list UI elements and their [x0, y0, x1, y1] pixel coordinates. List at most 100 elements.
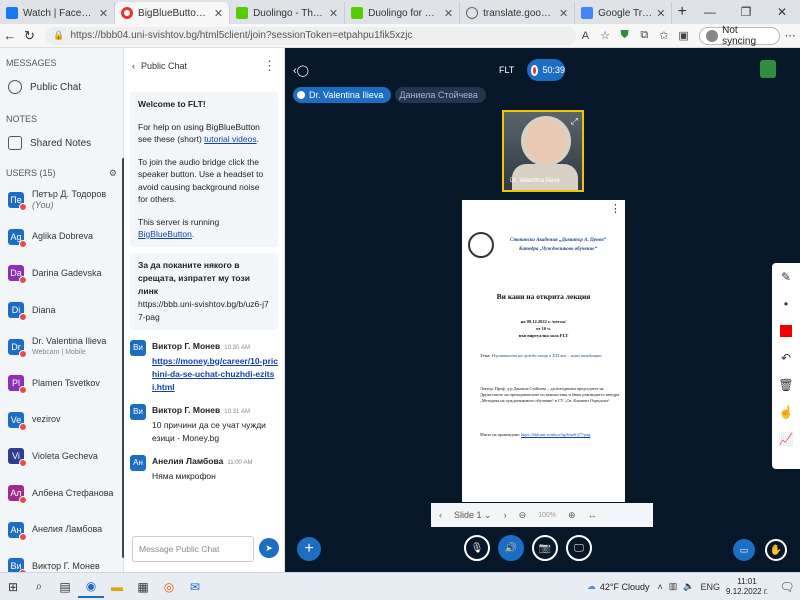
- zoom-level: 100%: [538, 511, 557, 519]
- new-tab-button[interactable]: +: [672, 2, 692, 24]
- read-aloud-icon[interactable]: A: [576, 30, 596, 42]
- fit-width-icon[interactable]: ↔: [588, 510, 597, 520]
- undo-icon[interactable]: ↶: [772, 344, 800, 371]
- lock-icon[interactable]: 🔒: [53, 30, 64, 41]
- maximize-button[interactable]: ❐: [728, 5, 764, 19]
- firefox-icon[interactable]: ◎: [156, 576, 182, 598]
- color-picker[interactable]: [772, 317, 800, 344]
- audio-button[interactable]: 🔊: [498, 535, 524, 561]
- bigbluebutton-link[interactable]: BigBlueButton: [138, 229, 192, 239]
- multi-user-icon[interactable]: ☝: [772, 398, 800, 425]
- shield-icon[interactable]: ⛊: [615, 29, 635, 42]
- favorite-icon[interactable]: ☆: [595, 29, 615, 42]
- gear-icon[interactable]: ⚙: [109, 168, 117, 182]
- user-list-item[interactable]: Ал Албена Стефанова: [0, 475, 123, 512]
- chevron-up-icon[interactable]: ˄: [658, 582, 663, 592]
- public-chat-item[interactable]: Public Chat: [0, 70, 123, 104]
- meeting-title: FLT: [499, 65, 515, 75]
- zoom-in-icon[interactable]: ⊕: [568, 510, 576, 521]
- user-list-item[interactable]: Pl Plamen Tsvetkov: [0, 365, 123, 402]
- toggle-userlist-icon[interactable]: ‹◯: [293, 64, 309, 77]
- close-icon[interactable]: ✕: [559, 7, 568, 20]
- address-bar-row: ← ↻ 🔒 https://bbb04.uni-svishtov.bg/html…: [0, 24, 800, 48]
- pencil-icon[interactable]: ✎: [772, 263, 800, 290]
- collections-icon[interactable]: ▣: [674, 29, 694, 42]
- browser-tab[interactable]: Google Translate✕: [575, 2, 673, 24]
- slide-options-icon[interactable]: ⋮: [610, 202, 621, 215]
- browser-tab[interactable]: Duolingo - The world's best✕: [230, 2, 346, 24]
- user-list-item[interactable]: Di Diana: [0, 292, 123, 329]
- start-button[interactable]: ⊞: [0, 576, 26, 598]
- tutorial-videos-link[interactable]: tutorial videos: [204, 134, 256, 144]
- mute-microphone-button[interactable]: 🎙: [464, 535, 490, 561]
- connection-status-icon[interactable]: [760, 60, 776, 78]
- hide-chat-icon[interactable]: ‹: [132, 61, 135, 71]
- close-window-button[interactable]: ✕: [764, 5, 800, 19]
- user-name: Aglika Dobreva: [32, 231, 94, 242]
- favorites-bar-icon[interactable]: ✩: [654, 29, 674, 42]
- chat-message-input[interactable]: Message Public Chat: [132, 536, 254, 562]
- network-icon[interactable]: ▥: [669, 581, 678, 592]
- close-icon[interactable]: ✕: [329, 7, 338, 20]
- shared-notes-item[interactable]: Shared Notes: [0, 126, 123, 160]
- muted-mic-icon: [19, 496, 27, 505]
- weather-widget[interactable]: ☁ 42°F Cloudy: [587, 581, 650, 592]
- avatar: Пе: [8, 192, 27, 212]
- url-input[interactable]: 🔒 https://bbb04.uni-svishtov.bg/html5cli…: [45, 26, 576, 45]
- screenshare-button[interactable]: 🖵: [566, 535, 592, 561]
- browser-tab[interactable]: Watch | Facebook✕: [0, 2, 116, 24]
- talker-pill[interactable]: Даниела Стойчева: [395, 87, 486, 103]
- user-list-item[interactable]: Da Darina Gadevska: [0, 255, 123, 292]
- webcam-video[interactable]: ⤢ Dr. Valentina Ilieva: [502, 110, 584, 192]
- sync-button[interactable]: Not syncing: [699, 25, 781, 47]
- minimize-button[interactable]: —: [692, 5, 728, 19]
- store-icon[interactable]: ▦: [130, 576, 156, 598]
- chat-message: Ви Виктор Г. Монев 10:30 AM https://money.b…: [130, 339, 278, 394]
- actions-button[interactable]: +: [297, 537, 321, 561]
- user-list-item[interactable]: Dr Dr. Valentina Ilieva Webcam | Mobile: [0, 328, 123, 365]
- volume-icon[interactable]: 🔈: [683, 581, 694, 592]
- trash-icon[interactable]: 🗑: [772, 371, 800, 398]
- talker-pill[interactable]: Dr. Valentina Ilieva: [293, 87, 392, 103]
- recording-indicator[interactable]: 50:39: [527, 59, 565, 81]
- user-list-item[interactable]: Пе Петър Д. Тодоров (You): [0, 182, 123, 219]
- notifications-icon[interactable]: 🗨: [774, 576, 800, 598]
- extensions-icon[interactable]: ⧉: [634, 29, 654, 42]
- task-view-icon[interactable]: ▤: [52, 576, 78, 598]
- close-icon[interactable]: ✕: [656, 7, 665, 20]
- browser-tab[interactable]: Duolingo for Schools✕: [345, 2, 461, 24]
- chat-message: Ви Виктор Г. Монев 10:31 AM 10 причини да с…: [130, 403, 278, 445]
- back-icon[interactable]: ←: [0, 28, 20, 43]
- presentation-button[interactable]: ▭: [733, 539, 755, 561]
- user-list-item[interactable]: Ан Анелия Ламбова: [0, 511, 123, 548]
- more-icon[interactable]: ⋯: [780, 29, 800, 42]
- zoom-out-icon[interactable]: ⊖: [519, 510, 527, 521]
- user-list-item[interactable]: Ви Виктор Г. Монев: [0, 548, 123, 572]
- chat-options-icon[interactable]: ⋮: [263, 58, 276, 74]
- next-slide-icon[interactable]: ›: [504, 510, 507, 520]
- edge-browser-icon[interactable]: ◉: [78, 576, 104, 598]
- file-explorer-icon[interactable]: ▬: [104, 576, 130, 598]
- mail-icon[interactable]: ✉: [182, 576, 208, 598]
- browser-tab[interactable]: translate.google.com - Search✕: [460, 2, 576, 24]
- close-icon[interactable]: ✕: [99, 7, 108, 20]
- prev-slide-icon[interactable]: ‹: [439, 510, 442, 520]
- raise-hand-button[interactable]: ✋: [765, 539, 787, 561]
- send-button[interactable]: ➤: [259, 538, 279, 558]
- chart-icon[interactable]: 📈: [772, 425, 800, 452]
- close-icon[interactable]: ✕: [214, 7, 223, 20]
- search-icon[interactable]: ⌕: [26, 576, 52, 598]
- user-list-item[interactable]: Ve vezirov: [0, 402, 123, 439]
- slide-selector[interactable]: Slide 1 ⌄: [454, 510, 492, 521]
- reload-icon[interactable]: ↻: [20, 28, 40, 44]
- user-list-item[interactable]: Ag Aglika Dobreva: [0, 219, 123, 256]
- chat-link[interactable]: https://money.bg/career/10-prichini-da-s…: [152, 356, 278, 392]
- thickness-icon[interactable]: •: [772, 290, 800, 317]
- user-list-item[interactable]: Vi Violeta Gecheva: [0, 438, 123, 475]
- fullscreen-icon[interactable]: ⤢: [571, 116, 578, 127]
- camera-button[interactable]: 📷: [532, 535, 558, 561]
- language-indicator[interactable]: ENG: [701, 582, 721, 592]
- browser-tab-active[interactable]: BigBlueButton - FLT✕: [115, 2, 231, 24]
- close-icon[interactable]: ✕: [444, 7, 453, 20]
- clock[interactable]: 11:01 9.12.2022 г.: [726, 577, 768, 597]
